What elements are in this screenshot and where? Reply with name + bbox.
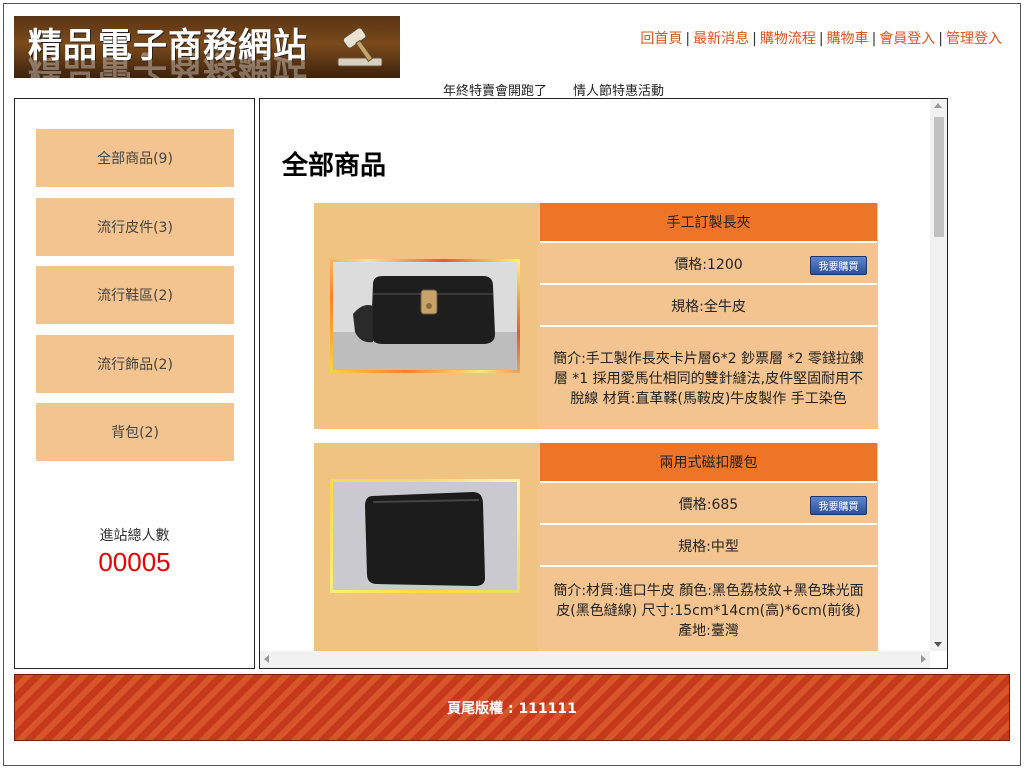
vertical-scrollbar[interactable] <box>930 99 947 651</box>
product-image[interactable] <box>330 259 520 373</box>
category-leather-goods[interactable]: 流行皮件(3) <box>36 198 234 256</box>
scroll-left-arrow-icon[interactable] <box>264 655 269 663</box>
product-price-row: 價格:1200 我要購買 <box>540 245 877 285</box>
site-logo[interactable]: 精品電子商務網站 精品電子商務網站 <box>14 16 400 78</box>
product-price: 價格:685 <box>678 497 739 513</box>
horizontal-scrollbar[interactable] <box>260 651 930 668</box>
nav-news-link[interactable]: 最新消息 <box>693 31 749 47</box>
product-name: 兩用式磁扣腰包 <box>540 443 877 483</box>
category-all[interactable]: 全部商品(9) <box>36 129 234 187</box>
product-price: 價格:1200 <box>674 257 743 273</box>
product-image-cell <box>314 203 538 429</box>
scroll-thumb[interactable] <box>934 117 944 237</box>
product-spec: 規格:中型 <box>540 527 877 567</box>
footer: 頁尾版權 : 111111 <box>14 674 1010 741</box>
scroll-down-arrow-icon[interactable] <box>934 642 942 647</box>
nav-admin-login-link[interactable]: 管理登入 <box>946 31 1002 47</box>
page-title: 全部商品 <box>282 151 387 181</box>
logo-reflection: 精品電子商務網站 <box>28 47 308 78</box>
product-spec: 規格:全牛皮 <box>540 287 877 327</box>
buy-button[interactable]: 我要購買 <box>810 256 867 275</box>
product-name: 手工訂製長夾 <box>540 203 877 243</box>
nav-shopping-process-link[interactable]: 購物流程 <box>760 31 816 47</box>
category-backpacks[interactable]: 背包(2) <box>36 403 234 461</box>
nav-member-login-link[interactable]: 會員登入 <box>879 31 935 47</box>
waist-bag-image-icon: ​ <box>333 482 517 590</box>
visitor-counter-value: 00005 <box>98 547 171 577</box>
sidebar: 全部商品(9) 流行皮件(3) 流行鞋區(2) 流行飾品(2) 背包(2) 進站… <box>14 98 255 669</box>
scroll-right-arrow-icon[interactable] <box>921 655 926 663</box>
visitor-counter-label: 進站總人數 <box>99 528 170 544</box>
category-shoes[interactable]: 流行鞋區(2) <box>36 266 234 324</box>
product-description: 簡介:材質:進口牛皮 顏色:黑色荔枝紋+黑色珠光面皮(黑色縫線) 尺寸:15cm… <box>540 569 877 653</box>
announcement-marquee[interactable]: 年終特賣會開跑了 情人節特惠活動 <box>443 80 664 99</box>
product-card: ​ 兩用式磁扣腰包 價格:685 我要購買 規格:中型 簡介:材質:進口牛皮 顏… <box>314 443 878 653</box>
product-image-cell: ​ <box>314 443 538 653</box>
footer-copyright: 頁尾版權 : 111111 <box>447 700 577 717</box>
scroll-up-arrow-icon[interactable] <box>934 103 942 108</box>
gavel-icon <box>337 27 383 67</box>
product-card: 手工訂製長夾 價格:1200 我要購買 規格:全牛皮 簡介:手工製作長夾卡片層6… <box>314 203 878 429</box>
top-nav: 回首頁 | 最新消息 | 購物流程 | 購物車 | 會員登入 | 管理登入 <box>640 31 1002 47</box>
wallet-image-icon <box>333 262 517 370</box>
nav-cart-link[interactable]: 購物車 <box>827 31 869 47</box>
category-accessories[interactable]: 流行飾品(2) <box>36 335 234 393</box>
product-image[interactable]: ​ <box>330 479 520 593</box>
buy-button[interactable]: 我要購買 <box>810 496 867 515</box>
product-price-row: 價格:685 我要購買 <box>540 485 877 525</box>
main-content[interactable]: 全部商品 手工訂製長夾 價格:1200 我要購買 規格:全牛皮 簡介:手工製作長 <box>259 98 948 669</box>
product-description: 簡介:手工製作長夾卡片層6*2 鈔票層 *2 零錢拉鍊層 *1 採用愛馬仕相同的… <box>540 329 877 429</box>
nav-home-link[interactable]: 回首頁 <box>640 31 682 47</box>
